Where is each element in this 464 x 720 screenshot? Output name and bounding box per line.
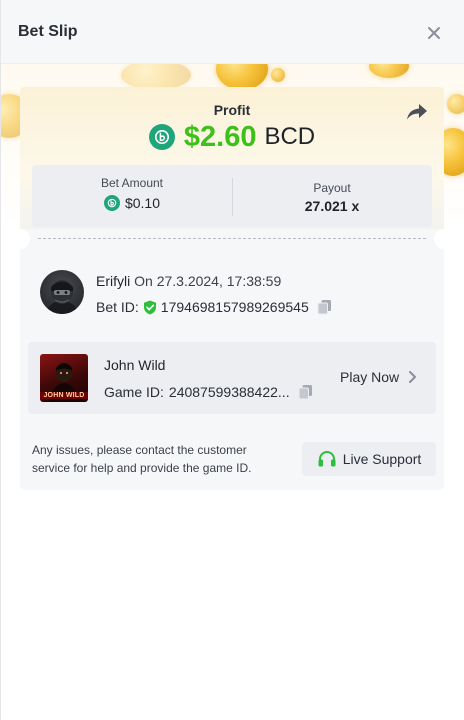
bet-timestamp: On 27.3.2024, 17:38:59 bbox=[134, 273, 282, 289]
profit-section: Profit $2.60 BCD Bet Amount $0.10 Payout… bbox=[20, 87, 444, 229]
coin-decoration bbox=[271, 68, 285, 82]
copy-icon[interactable] bbox=[298, 384, 313, 400]
game-thumbnail-title: JOHN WILD bbox=[40, 392, 88, 399]
bet-amount-row: $0.10 bbox=[32, 195, 232, 211]
bet-user-info: Erifyli On 27.3.2024, 17:38:59 Bet ID: 1… bbox=[39, 270, 429, 318]
avatar[interactable] bbox=[40, 270, 84, 314]
live-support-button[interactable]: Live Support bbox=[302, 442, 436, 476]
game-id-value: 24087599388422... bbox=[168, 384, 290, 400]
profit-amount: $2.60 bbox=[183, 120, 257, 153]
shield-check-icon bbox=[143, 300, 156, 314]
help-text: Any issues, please contact the customer … bbox=[32, 443, 252, 475]
bet-card: Profit $2.60 BCD Bet Amount $0.10 Payout… bbox=[10, 87, 454, 490]
share-button[interactable] bbox=[406, 103, 430, 125]
header-bar: Bet Slip bbox=[1, 0, 464, 64]
copy-icon[interactable] bbox=[317, 299, 332, 315]
payout-label: Payout bbox=[313, 181, 351, 195]
profit-currency: BCD bbox=[264, 123, 316, 150]
payout-stat: Payout 27.021 x bbox=[232, 165, 432, 227]
bet-id-label: Bet ID: bbox=[96, 299, 139, 315]
play-now-button[interactable]: Play Now bbox=[340, 369, 420, 385]
ticket-notch bbox=[10, 229, 30, 249]
headset-icon bbox=[318, 451, 336, 467]
user-line: Erifyli On 27.3.2024, 17:38:59 bbox=[96, 273, 281, 289]
ticket-notch bbox=[434, 229, 454, 249]
bet-slip-panel: Bet Slip Profit $2.60 BCD Bet Amount $0.… bbox=[0, 0, 464, 720]
live-support-label: Live Support bbox=[342, 451, 422, 467]
dashed-divider bbox=[38, 238, 426, 239]
bet-amount-stat: Bet Amount $0.10 bbox=[32, 165, 232, 227]
close-button[interactable] bbox=[421, 20, 447, 46]
bet-id-value: 1794698157989269545 bbox=[160, 299, 309, 315]
profit-row: $2.60 BCD bbox=[20, 120, 444, 154]
profit-label: Profit bbox=[213, 102, 251, 118]
payout-value: 27.021 x bbox=[304, 198, 360, 214]
bet-amount-value: $0.10 bbox=[124, 195, 161, 211]
coin-decoration bbox=[447, 94, 464, 114]
coin-decoration bbox=[369, 64, 409, 78]
username[interactable]: Erifyli bbox=[96, 273, 130, 289]
game-id-label: Game ID: bbox=[104, 384, 164, 400]
game-thumbnail[interactable]: JOHN WILD bbox=[40, 354, 88, 402]
game-name: John Wild bbox=[104, 357, 166, 373]
game-info: JOHN WILD John Wild Game ID: 24087599388… bbox=[28, 342, 436, 414]
bet-amount-label: Bet Amount bbox=[100, 176, 164, 190]
bcd-coin-icon bbox=[148, 124, 175, 150]
ticket-perforation bbox=[10, 229, 454, 249]
bcd-coin-icon bbox=[103, 195, 120, 211]
page-title: Bet Slip bbox=[18, 23, 78, 40]
chevron-right-icon bbox=[409, 371, 417, 383]
play-now-label: Play Now bbox=[340, 369, 400, 385]
bet-stats: Bet Amount $0.10 Payout 27.021 x bbox=[32, 165, 432, 227]
share-icon bbox=[407, 104, 427, 120]
bet-id-row: Bet ID: 1794698157989269545 bbox=[96, 299, 332, 315]
close-icon bbox=[428, 27, 440, 39]
game-id-row: Game ID: 24087599388422... bbox=[104, 384, 313, 400]
